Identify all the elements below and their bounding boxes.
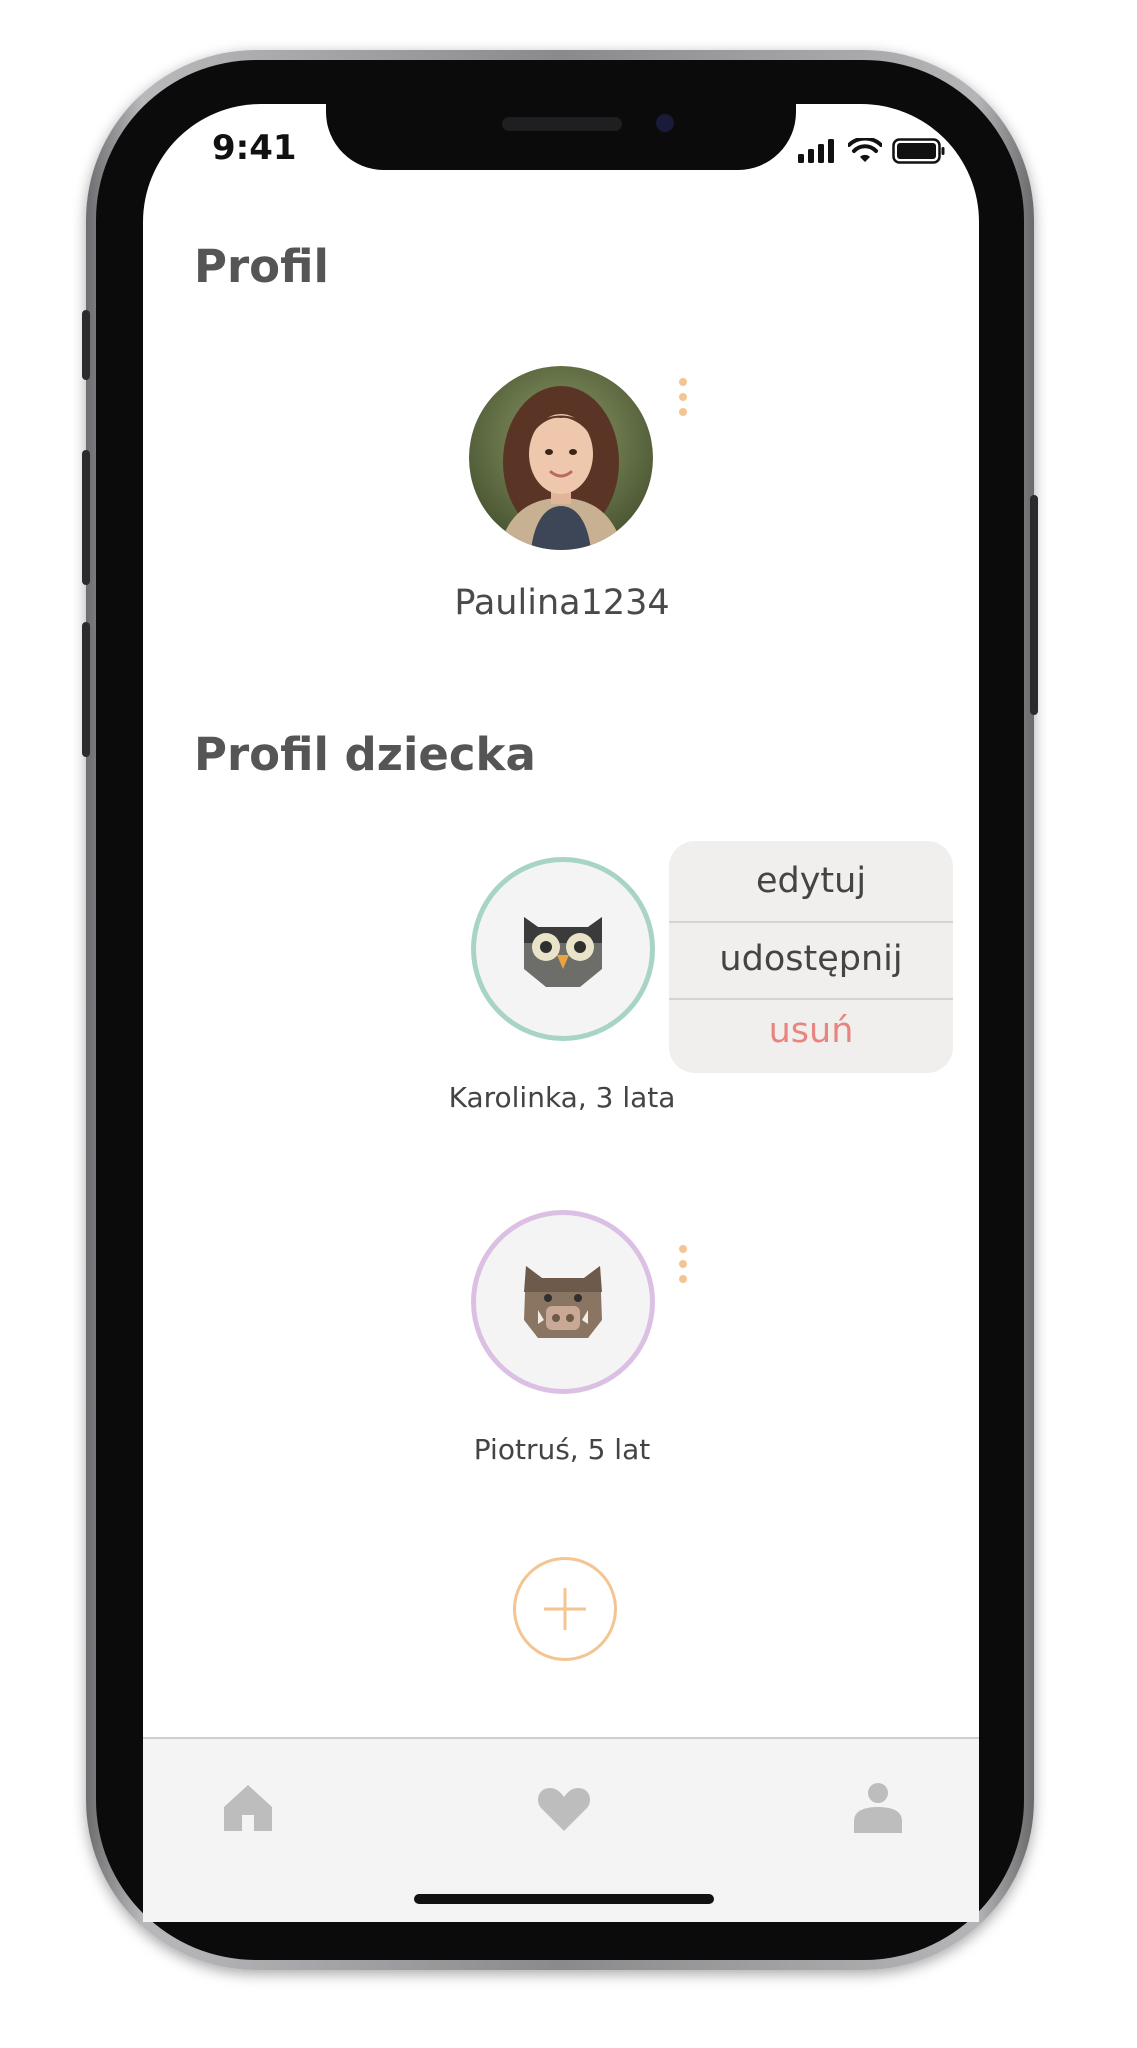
speaker-grille [502,117,622,131]
child-name-karolinka: Karolinka, 3 lata [448,1081,676,1114]
home-indicator [414,1894,714,1904]
person-icon [854,1783,902,1833]
dot [679,408,687,416]
menu-item-edit[interactable]: edytuj [669,861,953,901]
volume-up-button [82,450,90,585]
dot [679,1260,687,1268]
child-name-piotrus: Piotruś, 5 lat [473,1433,651,1466]
power-button [1030,495,1038,715]
add-child-button[interactable] [513,1557,617,1661]
tab-home[interactable] [222,1783,274,1837]
mute-switch [82,310,90,380]
boar-icon [524,1266,602,1338]
menu-divider [669,921,953,923]
user-avatar[interactable] [469,366,653,550]
dot [679,378,687,386]
cellular-signal-icon [798,139,834,163]
tab-profile[interactable] [852,1781,904,1837]
user-avatar-photo [469,366,653,550]
menu-divider [669,998,953,1000]
child-context-menu: edytuj udostępnij usuń [669,841,953,1073]
children-section-title: Profil dziecka [194,728,536,781]
tab-favorites[interactable] [537,1785,591,1837]
battery-icon [892,138,945,164]
status-icons [798,138,946,164]
child-avatar-karolinka[interactable] [471,857,655,1041]
profile-title: Profil [194,240,329,293]
heart-icon [538,1788,590,1831]
profile-username: Paulina1234 [454,583,670,623]
dot [679,1275,687,1283]
menu-item-delete[interactable]: usuń [669,1011,953,1051]
front-camera [656,114,674,132]
wifi-icon [848,138,882,162]
child-avatar-piotrus[interactable] [471,1210,655,1394]
owl-icon [524,917,602,987]
plus-icon [544,1588,586,1630]
menu-item-share[interactable]: udostępnij [669,939,953,979]
child-more-icon[interactable] [679,1245,687,1283]
volume-down-button [82,622,90,757]
dot [679,1245,687,1253]
dot [679,393,687,401]
notch [326,104,796,170]
home-icon [224,1785,272,1831]
profile-more-icon[interactable] [679,378,687,416]
status-time: 9:41 [212,128,297,168]
